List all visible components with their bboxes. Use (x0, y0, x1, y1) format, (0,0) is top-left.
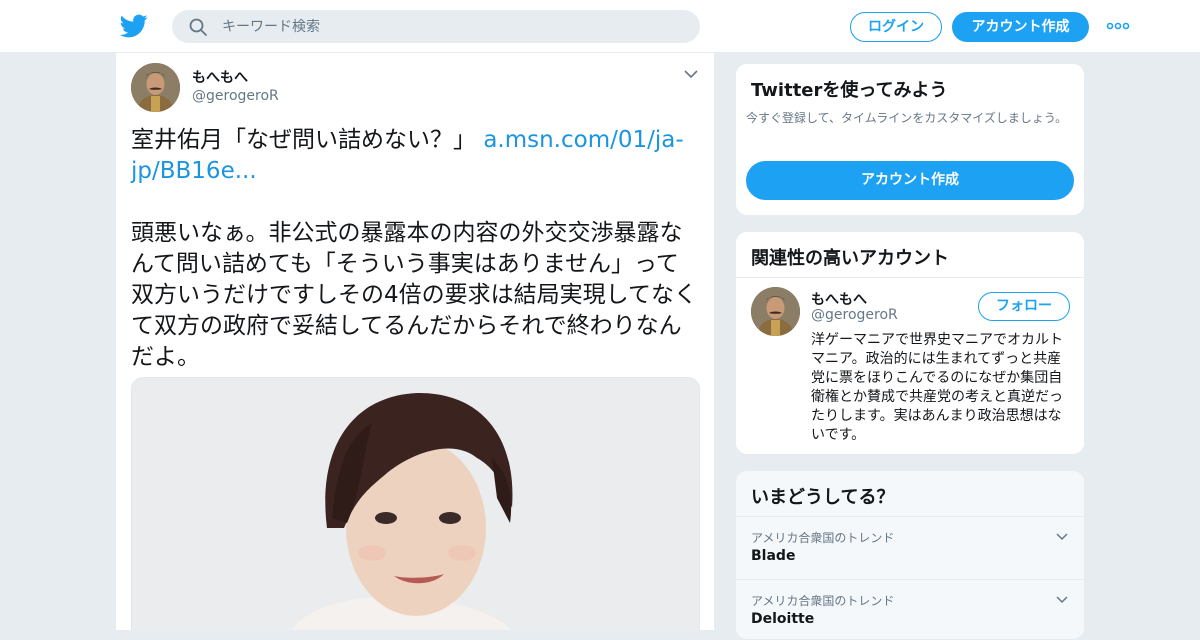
trend-name[interactable]: Blade (751, 548, 795, 564)
trends-title: いまどうしてる？ (751, 487, 895, 508)
chevron-down-icon[interactable] (1056, 533, 1068, 541)
trends-card: いまどうしてる？ アメリカ合衆国のトレンド Blade アメリカ合衆国のトレンド… (735, 470, 1085, 640)
portrait-image (131, 63, 180, 112)
signup-card-button[interactable]: アカウント作成 (746, 161, 1074, 200)
signup-button[interactable]: アカウント作成 (952, 12, 1089, 42)
related-account-handle[interactable]: @gerogeroR (811, 307, 898, 323)
trend-context: アメリカ合衆国のトレンド (751, 531, 895, 545)
related-account-name[interactable]: もへもへ (811, 289, 867, 309)
trend-name[interactable]: Deloitte (751, 611, 814, 627)
search-input[interactable] (222, 10, 682, 43)
more-dots-icon[interactable] (1106, 19, 1130, 33)
trend-context: アメリカ合衆国のトレンド (751, 594, 895, 608)
login-button[interactable]: ログイン (850, 12, 942, 42)
signup-card-subtitle: 今すぐ登録して、タイムラインをカスタマイズしましょう。 (746, 111, 1068, 125)
chevron-down-icon[interactable] (1056, 596, 1068, 604)
avatar[interactable] (751, 287, 800, 336)
divider (736, 277, 1084, 278)
search-box[interactable] (172, 10, 700, 43)
trend-item[interactable]: アメリカ合衆国のトレンド Blade (736, 517, 1084, 579)
signup-card: Twitterを使ってみよう 今すぐ登録して、タイムラインをカスタマイズしましょ… (735, 63, 1085, 216)
signup-card-title: Twitterを使ってみよう (751, 80, 948, 101)
related-account-bio: 洋ゲーマニアで世界史マニアでオカルトマニア。政治的には生まれてずっと共産党に票を… (811, 332, 1063, 443)
tweet-author-handle[interactable]: @gerogeroR (192, 88, 279, 104)
tweet-media-image[interactable] (131, 377, 700, 630)
tweet-text: 室井佑月「なぜ問い詰めない？」 a.msn.com/01/ja-jp/BB16e… (131, 125, 701, 373)
portrait-image (751, 287, 800, 336)
chevron-down-icon[interactable] (684, 69, 698, 79)
avatar[interactable] (131, 63, 180, 112)
tweet: もへもへ @gerogeroR 室井佑月「なぜ問い詰めない？」 a.msn.co… (115, 53, 715, 630)
tweet-author-name[interactable]: もへもへ (192, 67, 248, 87)
photo-of-woman (132, 378, 699, 630)
top-navigation-bar: ログイン アカウント作成 (0, 0, 1200, 53)
tweet-body-text: 頭悪いなぁ。非公式の暴露本の内容の外交交渉暴露なんて問い詰めても「そういう事実は… (131, 220, 697, 370)
follow-button[interactable]: フォロー (978, 292, 1070, 321)
tweet-title-text: 室井佑月「なぜ問い詰めない？」 (131, 127, 484, 153)
search-icon (189, 18, 207, 36)
related-accounts-card: 関連性の高いアカウント もへもへ @gerogeroR フォロー 洋ゲーマニアで… (735, 231, 1085, 455)
twitter-bird-icon[interactable] (119, 12, 149, 40)
trend-item[interactable]: アメリカ合衆国のトレンド Deloitte (736, 580, 1084, 639)
related-accounts-title: 関連性の高いアカウント (751, 248, 949, 269)
